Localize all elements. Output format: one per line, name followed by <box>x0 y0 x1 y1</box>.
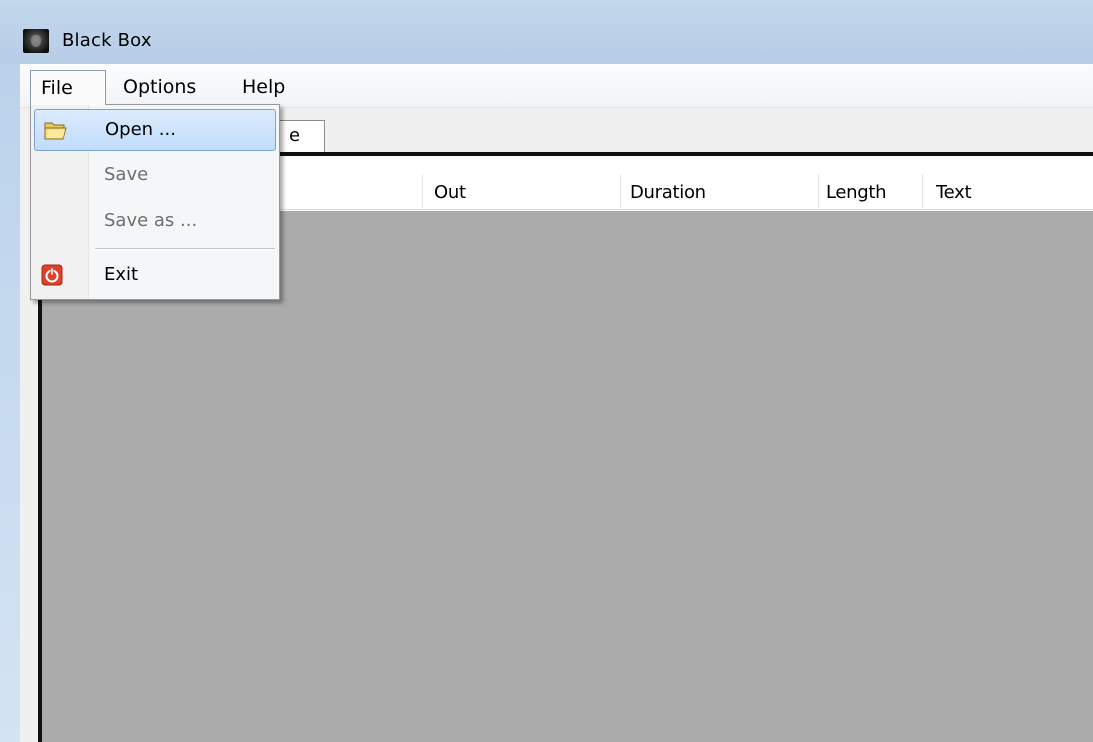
column-header-length[interactable]: Length <box>826 182 887 210</box>
menu-item-open[interactable]: Open ... <box>34 109 276 151</box>
menu-item-open-label: Open ... <box>105 119 176 140</box>
window-title: Black Box <box>62 30 152 51</box>
menu-bar: File Options Help <box>20 64 1093 108</box>
menu-file[interactable]: File <box>30 70 106 105</box>
menu-item-exit-label: Exit <box>104 264 139 285</box>
menu-separator <box>95 248 275 250</box>
file-dropdown-menu: Open ... Save Save as ... Exit <box>30 104 280 300</box>
menu-item-save[interactable]: Save <box>34 155 276 197</box>
menu-item-save-as[interactable]: Save as ... <box>34 201 276 243</box>
column-separator[interactable] <box>422 174 423 208</box>
app-icon[interactable] <box>23 29 49 53</box>
menu-item-save-as-label: Save as ... <box>104 210 198 231</box>
column-header-duration[interactable]: Duration <box>630 182 706 210</box>
column-separator[interactable] <box>922 174 923 208</box>
menu-help[interactable]: Help <box>232 70 295 105</box>
power-icon <box>41 264 63 286</box>
folder-open-icon <box>44 122 67 140</box>
menu-options[interactable]: Options <box>113 70 206 105</box>
column-separator[interactable] <box>818 174 819 208</box>
title-bar[interactable]: Black Box <box>0 0 1093 64</box>
menu-item-save-label: Save <box>104 164 149 185</box>
column-header-text[interactable]: Text <box>936 182 972 210</box>
column-separator[interactable] <box>620 174 621 208</box>
menu-item-exit[interactable]: Exit <box>34 255 276 297</box>
app-window: Black Box File Options Help e Out Durati… <box>0 0 1093 742</box>
column-header-out[interactable]: Out <box>434 182 466 210</box>
